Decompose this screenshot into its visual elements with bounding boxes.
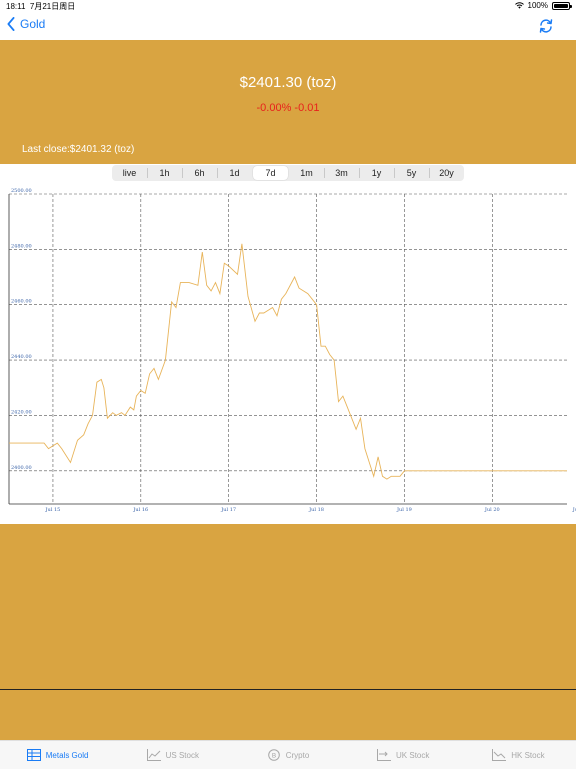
tab-label: HK Stock xyxy=(511,750,545,760)
last-close: Last close:$2401.32 (toz) xyxy=(22,144,135,155)
trend-icon xyxy=(146,749,161,761)
price-line xyxy=(9,243,567,480)
range-20y[interactable]: 20y xyxy=(429,165,464,181)
status-bar: 18:11 7月21日周日 100% xyxy=(0,0,576,12)
refresh-icon[interactable] xyxy=(538,18,554,34)
y-tick-label: 2460.00 xyxy=(11,299,32,305)
trend-icon xyxy=(377,749,392,761)
tab-label: Metals Gold xyxy=(45,750,89,760)
x-tick-label: Jul 16 xyxy=(132,507,148,513)
range-5y[interactable]: 5y xyxy=(394,165,429,181)
x-tick-label: Jul 18 xyxy=(308,507,324,513)
tab-us-stock[interactable]: US Stock xyxy=(115,741,230,769)
y-tick-label: 2440.00 xyxy=(11,354,32,360)
battery-percent: 100% xyxy=(527,1,548,10)
tab-uk-stock[interactable]: UK Stock xyxy=(346,741,461,769)
price-change: -0.00% -0.01 xyxy=(256,102,320,114)
chevron-left-icon xyxy=(7,17,15,31)
status-time: 18:11 7月21日周日 xyxy=(6,2,76,11)
range-6h[interactable]: 6h xyxy=(182,165,217,181)
svg-text:B: B xyxy=(271,751,275,759)
y-tick-label: 2500.00 xyxy=(11,188,32,194)
price-chart[interactable]: 2400.00 2420.00 2440.00 2460.00 2480.00 2500.… xyxy=(0,186,576,524)
x-tick-label: Jul 17 xyxy=(220,507,236,513)
x-tick-label: Jul 15 xyxy=(45,507,61,513)
y-tick-label: 2420.00 xyxy=(11,409,32,415)
back-button[interactable]: Gold xyxy=(6,17,45,31)
price-chart-svg: 2400.00 2420.00 2440.00 2460.00 2480.00 2500.… xyxy=(8,188,576,513)
price-header: $2401.30 (toz) -0.00% -0.01 Last close:$… xyxy=(0,40,576,164)
range-7d[interactable]: 7d xyxy=(253,166,288,180)
y-tick-label: 2400.00 xyxy=(11,465,32,471)
tab-metals-gold[interactable]: Metals Gold xyxy=(0,741,115,769)
range-live[interactable]: live xyxy=(112,165,147,181)
bitcoin-icon: B xyxy=(267,749,280,761)
footer-panel xyxy=(0,524,576,740)
wifi-icon xyxy=(514,2,524,9)
trend-icon xyxy=(492,749,507,761)
range-3m[interactable]: 3m xyxy=(324,165,359,181)
x-tick-label: Jul 19 xyxy=(396,507,412,513)
tab-label: UK Stock xyxy=(396,750,430,760)
current-price: $2401.30 (toz) xyxy=(239,74,337,91)
tab-hk-stock[interactable]: HK Stock xyxy=(461,741,576,769)
tab-crypto[interactable]: B Crypto xyxy=(230,741,345,769)
range-1m[interactable]: 1m xyxy=(289,165,324,181)
navigation-bar: Gold xyxy=(0,12,576,40)
range-1d[interactable]: 1d xyxy=(217,165,252,181)
divider xyxy=(0,689,576,690)
x-tick-label: Jul 20 xyxy=(484,507,500,513)
battery-icon xyxy=(552,1,572,10)
range-1h[interactable]: 1h xyxy=(147,165,182,181)
range-selector: live 1h 6h 1d 7d 1m 3m 1y 5y 20y xyxy=(112,165,464,181)
tab-label: US Stock xyxy=(165,750,199,760)
tab-bar: Metals Gold US Stock B Crypto UK Stock H… xyxy=(0,740,576,769)
range-1y[interactable]: 1y xyxy=(359,165,394,181)
status-right: 100% xyxy=(514,1,572,10)
x-tick-label: Jul 21 xyxy=(572,507,576,513)
table-icon xyxy=(26,749,41,761)
back-label: Gold xyxy=(20,17,46,31)
y-tick-label: 2480.00 xyxy=(11,243,32,249)
tab-label: Crypto xyxy=(285,750,310,760)
